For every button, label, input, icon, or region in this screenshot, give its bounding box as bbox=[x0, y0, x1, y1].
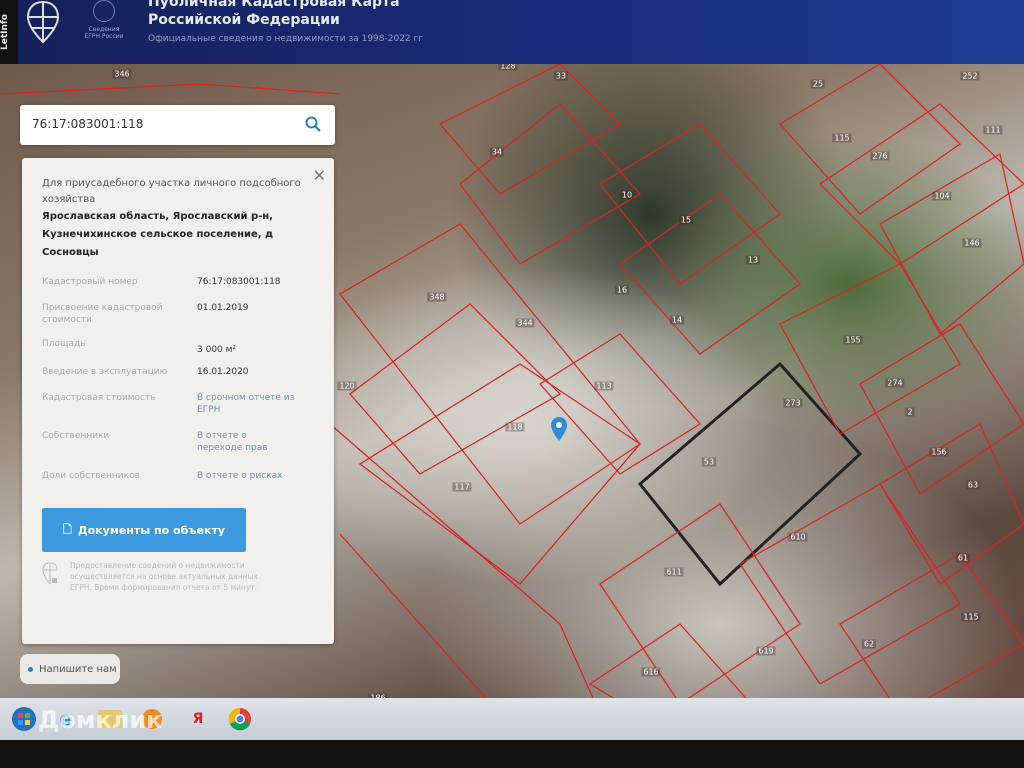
row-label: Площадь bbox=[42, 339, 86, 349]
chrome-icon[interactable] bbox=[222, 702, 258, 736]
parcel-number-label[interactable]: 61 bbox=[955, 553, 971, 563]
parcel-number-label[interactable]: 117 bbox=[452, 482, 472, 492]
page-title: Публичная Кадастровая Карта bbox=[148, 0, 400, 10]
status-dot bbox=[28, 666, 33, 672]
egrn-emblem: Сведения ЕГРН России bbox=[82, 0, 126, 40]
write-us-button[interactable]: Напишите нам bbox=[20, 654, 120, 684]
page-subtitle: Официальные сведения о недвижимости за 1… bbox=[148, 34, 423, 44]
shares-link[interactable]: В отчете о рисках bbox=[197, 470, 317, 482]
parcel-number-label[interactable]: 33 bbox=[553, 71, 569, 81]
parcel-number-label[interactable]: 62 bbox=[861, 639, 877, 649]
start-button[interactable] bbox=[6, 702, 42, 736]
row-label: Собственники bbox=[42, 431, 110, 441]
row-label: Доли собственников bbox=[42, 471, 140, 481]
owners-link[interactable]: В отчете о переходе прав bbox=[197, 430, 277, 454]
row-value: 16.01.2020 bbox=[197, 367, 249, 377]
parcel-address: Ярославская область, Ярославский р-н, Ку… bbox=[42, 211, 274, 258]
document-icon: 🗋 bbox=[62, 522, 72, 536]
close-icon[interactable]: ✕ bbox=[313, 166, 326, 185]
parcel-number-label[interactable]: 120 bbox=[337, 381, 357, 391]
parcel-number-label[interactable]: 346 bbox=[112, 69, 132, 79]
parcel-number-label[interactable]: 104 bbox=[932, 191, 952, 201]
parcel-number-label[interactable]: 128 bbox=[498, 64, 518, 71]
parcel-number-label[interactable]: 25 bbox=[810, 79, 826, 89]
monitor-bezel bbox=[0, 740, 1024, 768]
parcel-number-label[interactable]: 156 bbox=[929, 447, 949, 457]
write-us-label: Напишите нам bbox=[39, 663, 117, 675]
parcel-number-label[interactable]: 619 bbox=[756, 646, 776, 656]
row-label: Кадастровая стоимость bbox=[42, 393, 156, 403]
page-title-line2: Российской Федерации bbox=[148, 12, 340, 28]
parcel-number-label[interactable]: 113 bbox=[594, 381, 614, 391]
pkk-logo-icon[interactable] bbox=[26, 0, 60, 44]
parcel-number-label[interactable]: 273 bbox=[783, 398, 803, 408]
parcel-number-label[interactable]: 63 bbox=[965, 480, 981, 490]
parcel-number-label[interactable]: 276 bbox=[870, 151, 890, 161]
windows-logo-icon bbox=[12, 707, 36, 731]
parcel-number-label[interactable]: 348 bbox=[427, 292, 447, 302]
parcel-number-label[interactable]: 610 bbox=[788, 532, 808, 542]
row-value: 76:17:083001:118 bbox=[197, 277, 281, 287]
location-marker-icon[interactable] bbox=[550, 416, 568, 442]
yandex-browser-icon[interactable]: Я bbox=[180, 702, 216, 736]
row-label: Введение в эксплуатацию bbox=[42, 367, 168, 377]
parcel-number-label[interactable]: 16 bbox=[614, 285, 630, 295]
documents-button[interactable]: 🗋 Документы по объекту bbox=[42, 508, 246, 552]
parcel-number-label[interactable]: 118 bbox=[505, 422, 525, 432]
row-label: Кадастровый номер bbox=[42, 277, 138, 287]
parcel-number-label[interactable]: 13 bbox=[745, 255, 761, 265]
parcel-number-label[interactable]: 2 bbox=[905, 407, 915, 417]
row-value: 01.01.2019 bbox=[197, 303, 249, 313]
header: LetInfo Сведения ЕГРН России Публичная К… bbox=[0, 0, 1024, 64]
parcel-purpose: Для приусадебного участка личного подсоб… bbox=[42, 178, 301, 205]
parcel-number-label[interactable]: 111 bbox=[983, 125, 1003, 135]
row-value: 3 000 м² bbox=[197, 345, 237, 355]
cadastral-search-input[interactable] bbox=[32, 117, 302, 131]
parcel-number-label[interactable]: 15 bbox=[678, 215, 694, 225]
letinfo-tab[interactable]: LetInfo bbox=[0, 0, 18, 64]
parcel-number-label[interactable]: 53 bbox=[701, 457, 717, 467]
cadastral-value-link[interactable]: В срочном отчете из ЕГРН bbox=[197, 392, 317, 416]
parcel-number-label[interactable]: 616 bbox=[641, 667, 661, 677]
parcel-number-label[interactable]: 155 bbox=[843, 335, 863, 345]
parcel-number-label[interactable]: 115 bbox=[961, 612, 981, 622]
eagle-icon bbox=[93, 0, 115, 22]
parcel-number-label[interactable]: 10 bbox=[619, 190, 635, 200]
parcel-number-label[interactable]: 344 bbox=[515, 318, 535, 328]
secure-data-icon bbox=[42, 562, 58, 585]
parcel-number-label[interactable]: 14 bbox=[669, 315, 685, 325]
row-label: Присвоение кадастровой стоимости bbox=[42, 303, 163, 325]
parcel-number-label[interactable]: 274 bbox=[885, 378, 905, 388]
parcel-number-label[interactable]: 146 bbox=[962, 238, 982, 248]
parcel-number-label[interactable]: 611 bbox=[664, 567, 684, 577]
info-note: Предоставление сведений о недвижимости о… bbox=[70, 561, 258, 592]
parcel-info-card: ✕ Для приусадебного участка личного подс… bbox=[22, 158, 334, 644]
parcel-number-label[interactable]: 252 bbox=[960, 71, 980, 81]
parcel-number-label[interactable]: 34 bbox=[489, 147, 505, 157]
search-icon[interactable] bbox=[305, 116, 321, 132]
search-bar bbox=[20, 105, 335, 145]
emblem-caption: Сведения ЕГРН России bbox=[84, 26, 124, 40]
domclick-watermark: Домклик bbox=[38, 706, 163, 734]
parcel-number-label[interactable]: 115 bbox=[832, 133, 852, 143]
documents-button-label: Документы по объекту bbox=[77, 523, 226, 537]
